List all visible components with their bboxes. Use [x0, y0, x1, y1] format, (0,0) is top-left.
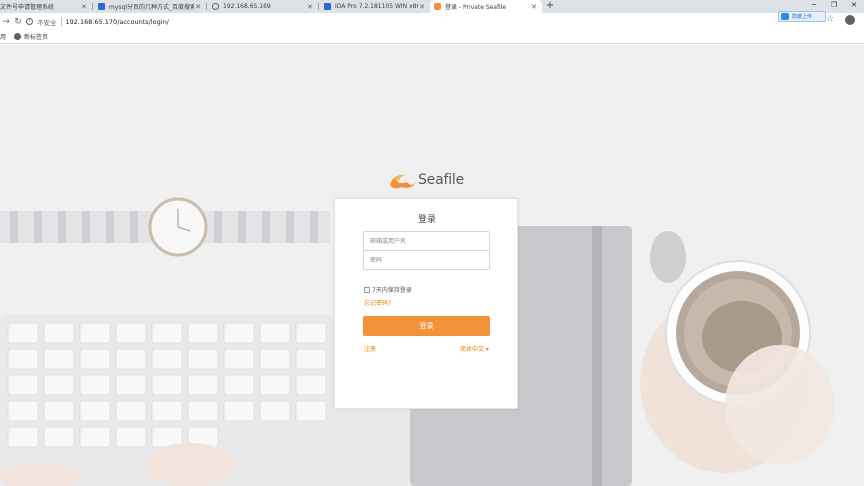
- tab-ida-pro[interactable]: IDA Pro 7.2.181105 WIN x86/x ✕: [320, 0, 430, 13]
- remember-me[interactable]: 7天内保持登录: [364, 285, 412, 294]
- close-icon[interactable]: ✕: [418, 3, 426, 11]
- bookmark-label: 新标签页: [24, 34, 49, 41]
- restore-icon[interactable]: ❐: [824, 0, 844, 10]
- forgot-password-link[interactable]: 忘记密码?: [364, 298, 391, 307]
- divider: [60, 17, 62, 26]
- upload-extension-button[interactable]: 隐蔽上传: [778, 11, 826, 22]
- tab-title: mysql分页的几种方式_百度搜索: [109, 4, 194, 11]
- page-content: Seafile 登录 7天内保持登录 忘记密码? 登录 注册 简体中文 ▾: [0, 45, 864, 486]
- globe-icon: [14, 33, 22, 40]
- back-icon[interactable]: →: [0, 17, 12, 27]
- globe-icon: [212, 3, 219, 10]
- username-input[interactable]: [363, 231, 490, 251]
- tab-file-system[interactable]: 文件号申请管理系统 ✕: [0, 0, 92, 13]
- tab-title: IDA Pro 7.2.181105 WIN x86/x: [335, 3, 418, 10]
- tab-separator: [318, 3, 319, 10]
- url-text[interactable]: 192.168.65.170/accounts/login/: [66, 18, 169, 26]
- tab-seafile-login[interactable]: 登录 - Private Seafile ✕: [430, 0, 542, 13]
- tab-title: 登录 - Private Seafile: [445, 4, 507, 11]
- close-icon[interactable]: ✕: [194, 3, 202, 11]
- cloud-icon: [781, 13, 789, 20]
- close-window-icon[interactable]: ✕: [844, 0, 864, 10]
- tab-title: 文件号申请管理系统: [0, 4, 55, 11]
- seafile-icon: [434, 3, 441, 10]
- star-icon[interactable]: ☆: [826, 14, 834, 24]
- tab-separator: [206, 3, 207, 10]
- close-icon[interactable]: ✕: [306, 3, 314, 11]
- reload-icon[interactable]: ↻: [12, 17, 24, 27]
- remember-label: 7天内保持登录: [372, 287, 412, 294]
- extension-label: 隐蔽上传: [792, 14, 813, 20]
- signup-link[interactable]: 注册: [364, 344, 376, 353]
- bookmarks-bar: 用 新标签页: [0, 30, 864, 44]
- minimize-icon[interactable]: ─: [804, 0, 824, 10]
- password-input[interactable]: [363, 250, 490, 270]
- close-icon[interactable]: ✕: [530, 3, 538, 11]
- seafile-wave-icon: [390, 174, 415, 189]
- login-button[interactable]: 登录: [363, 316, 490, 336]
- logo-text: Seafile: [418, 172, 465, 188]
- language-selector[interactable]: 简体中文 ▾: [460, 344, 489, 353]
- remember-checkbox[interactable]: [364, 286, 370, 293]
- site-icon: [324, 3, 331, 10]
- seafile-logo: Seafile: [388, 171, 464, 189]
- bookmark-new-tab[interactable]: 新标签页: [14, 32, 48, 41]
- login-panel: 登录 7天内保持登录 忘记密码? 登录 注册 简体中文 ▾: [334, 198, 518, 409]
- close-icon[interactable]: ✕: [80, 3, 88, 11]
- baidu-icon: [98, 3, 105, 10]
- tab-title: 192.168.65.169: [223, 3, 271, 10]
- browser-toolbar: → ↻ i 不安全 192.168.65.170/accounts/login/: [0, 13, 864, 30]
- login-title: 登录: [417, 215, 436, 225]
- bookmark-apps[interactable]: 用: [0, 32, 6, 41]
- security-label: 不安全: [37, 18, 57, 27]
- bookmark-label: 用: [0, 34, 7, 41]
- tab-169[interactable]: 192.168.65.169 ✕: [208, 0, 318, 13]
- address-bar[interactable]: i 不安全 192.168.65.170/accounts/login/: [26, 14, 778, 29]
- new-tab-button[interactable]: +: [544, 0, 556, 13]
- profile-icon[interactable]: [845, 15, 855, 25]
- tab-strip: 文件号申请管理系统 ✕ mysql分页的几种方式_百度搜索 ✕ 192.168.…: [0, 0, 864, 13]
- tab-separator: [92, 3, 93, 10]
- info-icon[interactable]: i: [26, 18, 33, 25]
- tab-mysql-search[interactable]: mysql分页的几种方式_百度搜索 ✕: [94, 0, 206, 13]
